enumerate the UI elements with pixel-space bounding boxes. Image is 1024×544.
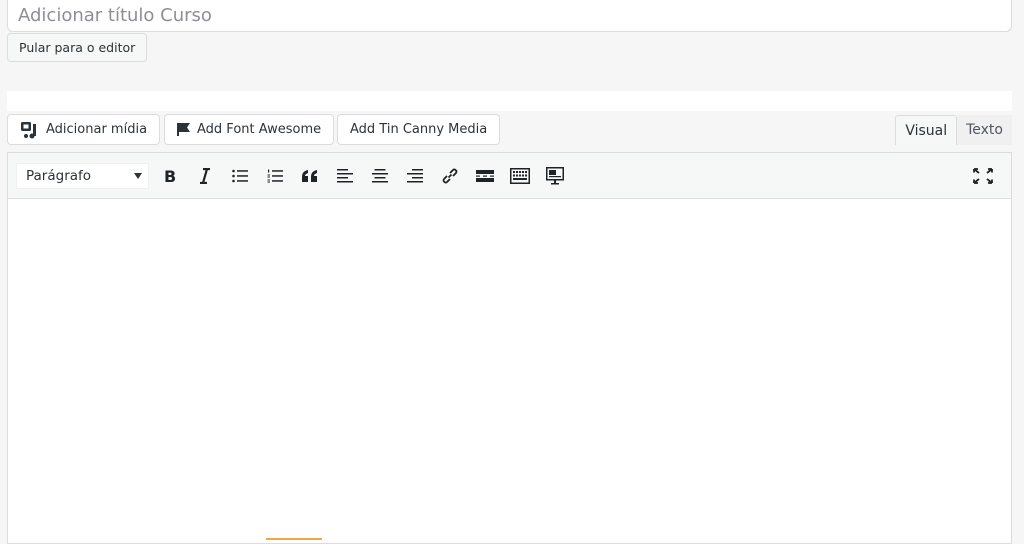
title-input[interactable]: [16, 0, 1003, 27]
media-icon: [20, 121, 40, 139]
link-button[interactable]: [435, 161, 464, 190]
blockquote-button[interactable]: [295, 161, 324, 190]
bold-icon: B: [163, 168, 177, 184]
format-select[interactable]: Parágrafo: [16, 162, 149, 189]
editor-container: Parágrafo B: [7, 152, 1012, 544]
align-left-icon: [336, 168, 353, 183]
align-right-icon: [406, 168, 423, 183]
align-center-button[interactable]: [365, 161, 394, 190]
align-center-icon: [371, 168, 388, 183]
media-buttons-row: Adicionar mídia Add Font Awesome Add Tin…: [7, 114, 1012, 146]
editor-mode-tabs: Visual Texto: [895, 115, 1012, 145]
flag-icon: [177, 123, 191, 136]
italic-icon: [198, 167, 212, 184]
tab-visual[interactable]: Visual: [895, 115, 958, 145]
format-select-value: Parágrafo: [26, 167, 92, 184]
keyboard-icon: [509, 167, 530, 184]
italic-button[interactable]: [190, 161, 219, 190]
title-field[interactable]: [7, 0, 1012, 32]
numbered-list-icon: [267, 169, 283, 183]
tab-visual-label: Visual: [905, 122, 948, 139]
align-left-button[interactable]: [330, 161, 359, 190]
align-right-button[interactable]: [400, 161, 429, 190]
add-tin-canny-media-button[interactable]: Add Tin Canny Media: [337, 114, 501, 145]
bullet-list-icon: [231, 169, 248, 183]
editor-top-strip: [7, 91, 1012, 111]
editor-content-area[interactable]: [8, 199, 1011, 543]
slideshow-button[interactable]: [540, 161, 569, 190]
add-tin-canny-label: Add Tin Canny Media: [350, 122, 488, 137]
fullscreen-button[interactable]: [968, 161, 997, 190]
skip-to-editor-label: Pular para o editor: [19, 40, 136, 55]
toolbar-toggle-button[interactable]: [505, 161, 534, 190]
fullscreen-icon: [972, 167, 993, 184]
add-media-label: Adicionar mídia: [46, 122, 148, 137]
blockquote-icon: [301, 169, 319, 183]
add-font-awesome-button[interactable]: Add Font Awesome: [164, 114, 335, 145]
read-more-icon: [475, 169, 494, 182]
add-media-button[interactable]: Adicionar mídia: [7, 114, 161, 145]
slideshow-icon: [545, 166, 564, 185]
numbered-list-button[interactable]: [260, 161, 289, 190]
bullet-list-button[interactable]: [225, 161, 254, 190]
svg-text:B: B: [164, 168, 176, 184]
editor-toolbar: Parágrafo B: [8, 153, 1011, 199]
tab-text-label: Texto: [966, 122, 1003, 138]
skip-to-editor-button[interactable]: Pular para o editor: [7, 33, 148, 62]
add-font-awesome-label: Add Font Awesome: [197, 122, 322, 137]
bold-button[interactable]: B: [155, 161, 184, 190]
chevron-down-icon: [134, 172, 142, 179]
read-more-button[interactable]: [470, 161, 499, 190]
link-icon: [441, 167, 459, 185]
tab-text[interactable]: Texto: [957, 115, 1012, 145]
